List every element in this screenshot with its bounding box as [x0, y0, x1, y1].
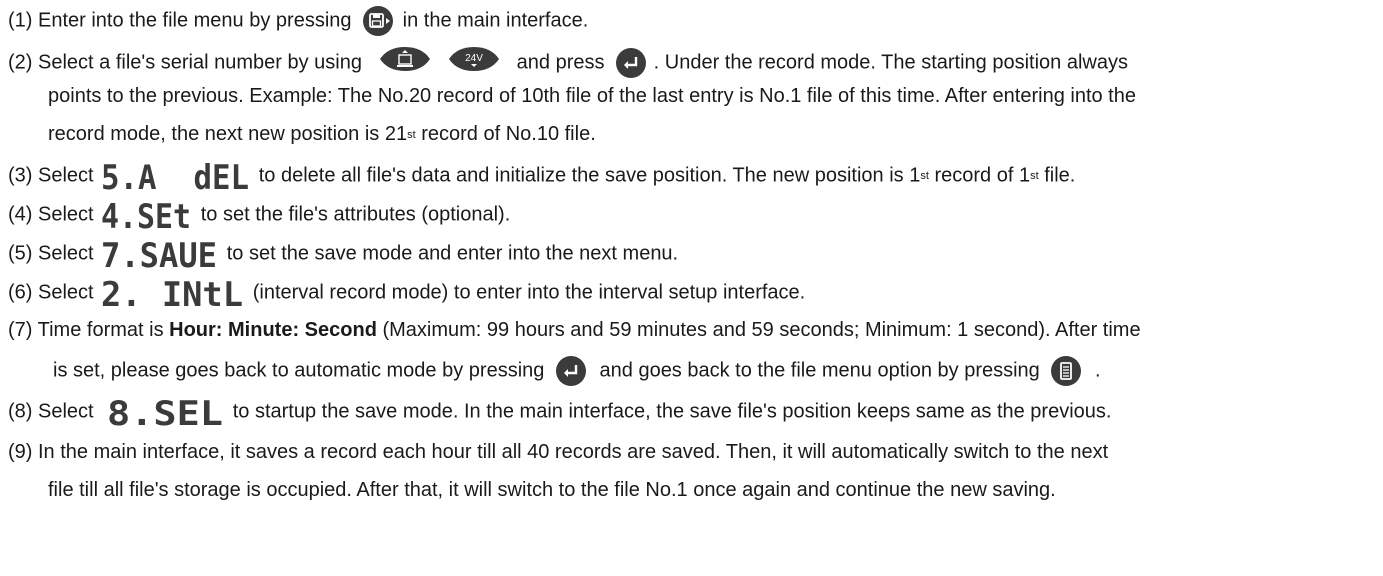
save-file-key-icon: [363, 6, 394, 36]
step-3: (3) Select 5.A _dEL to delete all file's…: [8, 160, 1075, 192]
segment-display-7-save: 7.SAUE: [101, 238, 219, 270]
step-5-suffix: to set the save mode and enter into the …: [226, 242, 679, 265]
step-8-prefix: (8) Select: [8, 400, 94, 423]
step-3-mid: to delete all file's data and initialize…: [258, 164, 921, 187]
step-2-suffix: . Under the record mode. The starting po…: [653, 51, 1128, 74]
step-3-sup2: st: [1030, 170, 1039, 183]
step-7-bold: Hour: Minute: Second: [169, 319, 377, 341]
step-1-suffix: in the main interface.: [402, 9, 589, 32]
segment-display-sa-del: 5.A _dEL: [101, 160, 251, 192]
step-5: (5) Select 7.SAUE to set the save mode a…: [8, 238, 678, 270]
step-6: (6) Select 2. INtL (interval record mode…: [8, 277, 805, 309]
step-3-sup1: st: [920, 170, 929, 183]
step-8-suffix: to startup the save mode. In the main in…: [232, 400, 1112, 423]
segment-display-4-set: 4.SEt: [101, 199, 193, 231]
step-1: (1) Enter into the file menu by pressing…: [8, 6, 588, 36]
segment-text-4-set: 4.SEt: [101, 199, 191, 231]
step-7-cont-suffix: .: [1094, 359, 1101, 382]
step-3-mid2: record of 1: [934, 164, 1031, 187]
step-6-suffix: (interval record mode) to enter into the…: [252, 281, 806, 304]
step-7-cont: is set, please goes back to automatic mo…: [53, 356, 1101, 386]
step-9-cont: file till all file's storage is occupied…: [48, 476, 1056, 504]
step-1-prefix: (1) Enter into the file menu by pressing: [8, 9, 352, 32]
segment-text-7-save: 7.SAUE: [101, 238, 217, 270]
enter-key-icon: [616, 48, 647, 78]
step-2-middle: and press: [516, 51, 605, 74]
step-3-prefix: (3) Select: [8, 164, 94, 187]
segment-display-8-sel: 8.SEL: [107, 396, 225, 428]
key-24v-label: 24V: [465, 53, 483, 64]
step-7-suffix: (Maximum: 99 hours and 59 minutes and 59…: [382, 319, 1141, 341]
step-7-cont-prefix: is set, please goes back to automatic mo…: [53, 359, 545, 382]
step-2: (2) Select a file's serial number by usi…: [8, 44, 1128, 82]
step-5-prefix: (5) Select: [8, 242, 94, 265]
step-2-cont-1: points to the previous. Example: The No.…: [48, 82, 1136, 110]
step-2-cont-2: record mode, the next new position is 21…: [48, 120, 596, 148]
step-7-cont-middle: and goes back to the file menu option by…: [599, 359, 1040, 382]
step-2-cont-2-suffix: record of No.10 file.: [421, 123, 596, 145]
step-9-cont-text: file till all file's storage is occupied…: [48, 479, 1056, 501]
step-2-prefix: (2) Select a file's serial number by usi…: [8, 51, 362, 74]
step-9-text: (9) In the main interface, it saves a re…: [8, 441, 1109, 463]
step-8: (8) Select 8.SEL to startup the save mod…: [8, 396, 1111, 428]
file-menu-key-icon: [1051, 356, 1082, 386]
step-3-suffix: file.: [1044, 164, 1076, 187]
step-2-cont-2-prefix: record mode, the next new position is 21: [48, 123, 408, 145]
step-9: (9) In the main interface, it saves a re…: [8, 438, 1108, 466]
segment-display-2-intl: 2. INtL: [101, 277, 245, 309]
up-arrow-key-icon: [374, 44, 436, 82]
segment-text-2-intl: 2. INtL: [101, 277, 243, 309]
enter-key-icon: [555, 356, 586, 386]
step-4-suffix: to set the file's attributes (optional).: [200, 203, 511, 226]
segment-text-8-sel: 8.SEL: [107, 396, 223, 428]
step-4: (4) Select 4.SEt to set the file's attri…: [8, 199, 510, 231]
step-6-prefix: (6) Select: [8, 281, 94, 304]
step-7-prefix: (7) Time format is: [8, 319, 164, 341]
down-arrow-24v-key-icon: 24V: [443, 44, 505, 82]
step-4-prefix: (4) Select: [8, 203, 94, 226]
step-2-cont-1-text: points to the previous. Example: The No.…: [48, 85, 1136, 107]
segment-text-sa-del: 5.A _dEL: [101, 160, 249, 192]
step-7: (7) Time format is Hour: Minute: Second …: [8, 316, 1141, 344]
step-2-cont-2-sup: st: [407, 129, 416, 141]
